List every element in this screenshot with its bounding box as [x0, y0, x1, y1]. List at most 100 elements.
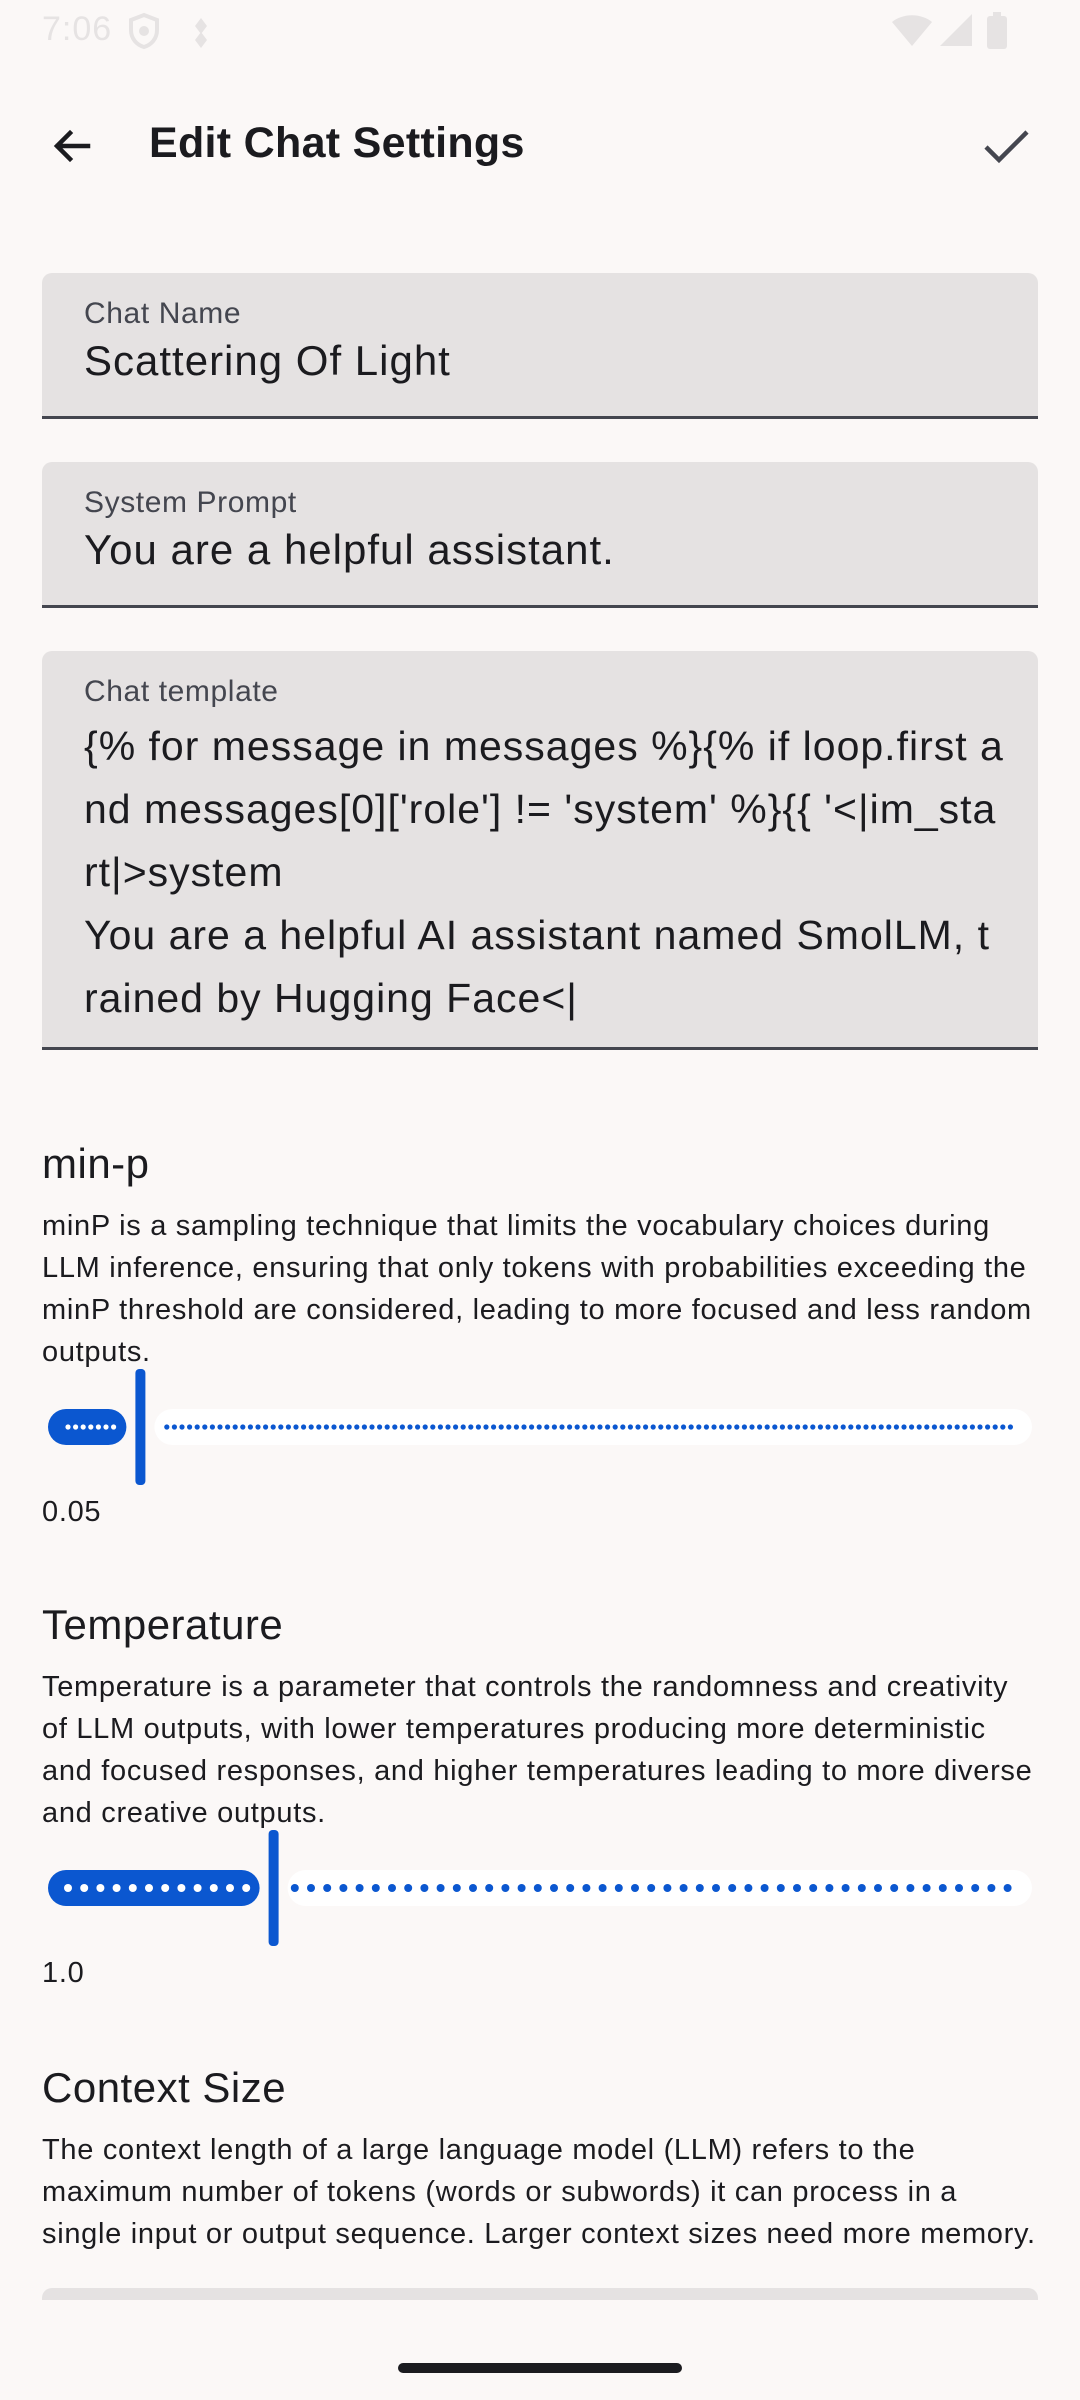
slider-tick [226, 1884, 234, 1892]
slider-tick [922, 1884, 931, 1892]
slider-tick [696, 1424, 702, 1430]
slider-tick [346, 1424, 352, 1430]
slider-tick [407, 1424, 413, 1430]
home-indicator[interactable] [398, 2363, 682, 2373]
slider-tick [422, 1424, 428, 1430]
shield-icon [126, 12, 162, 55]
slider-tick [498, 1424, 504, 1430]
chat-name-field[interactable]: Chat Name Scattering Of Light [42, 273, 1038, 419]
slider-tick [308, 1424, 314, 1430]
slider-tick [886, 1424, 892, 1430]
slider-tick [663, 1884, 672, 1892]
slider-tick [164, 1424, 170, 1430]
slider-tick [962, 1424, 968, 1430]
slider-tick [384, 1424, 390, 1430]
slider-tick [825, 1424, 831, 1430]
slider-tick [1003, 1884, 1012, 1892]
slider-tick [404, 1884, 413, 1892]
arrow-back-icon [48, 122, 96, 175]
slider-tick [643, 1424, 649, 1430]
slider-tick [712, 1884, 720, 1892]
slider-tick [483, 1424, 489, 1430]
slider-tick [491, 1424, 497, 1430]
slider-tick [647, 1884, 656, 1892]
slider-tick [242, 1884, 251, 1892]
slider-tick [681, 1424, 687, 1430]
slider-tick [179, 1424, 185, 1430]
temperature-title: Temperature [42, 1601, 284, 1648]
slider-inactive-track [287, 1870, 1033, 1906]
slider-tick [741, 1424, 748, 1430]
status-time: 7:06 [42, 10, 113, 48]
slider-tick [841, 1884, 850, 1892]
slider-tick [361, 1424, 367, 1430]
slider-tick [430, 1424, 436, 1430]
slider-tick [371, 1884, 380, 1892]
slider-tick [392, 1424, 398, 1430]
slider-tick [795, 1424, 801, 1430]
slider-tick [665, 1424, 672, 1430]
system-prompt-field[interactable]: System Prompt You are a helpful assistan… [42, 462, 1038, 608]
slider-tick [377, 1424, 383, 1430]
slider-tick [598, 1884, 607, 1892]
slider-tick [529, 1424, 535, 1430]
slider-tick [627, 1424, 634, 1430]
slider-tick [878, 1424, 884, 1430]
slider-tick [1000, 1424, 1006, 1430]
context-size-section: Context Size The context length of a lar… [42, 2063, 1038, 2255]
slider-tick [582, 1884, 591, 1892]
slider-tick [388, 1884, 396, 1892]
slider-tick [955, 1884, 963, 1892]
slider-tick [88, 1424, 94, 1430]
slider-tick [749, 1424, 755, 1430]
slider-tick [65, 1424, 71, 1430]
slider-tick [890, 1884, 899, 1892]
slider-tick [513, 1424, 519, 1430]
slider-tick [614, 1884, 623, 1892]
slider-tick [225, 1424, 231, 1430]
slider-tick [521, 1424, 527, 1430]
slider-tick [339, 1424, 345, 1430]
slider-tick [597, 1424, 603, 1430]
min-p-slider[interactable] [42, 1367, 1038, 1487]
min-p-description: minP is a sampling technique that limits… [42, 1210, 1032, 1368]
slider-tick [460, 1424, 466, 1430]
save-button[interactable] [970, 112, 1042, 184]
slider-tick [772, 1424, 778, 1430]
chat-template-field[interactable]: Chat template {% for message in messages… [42, 651, 1038, 1050]
temperature-value: 1.0 [42, 1957, 85, 1989]
slider-tick [485, 1884, 494, 1892]
slider-tick [420, 1884, 429, 1892]
system-prompt-label: System Prompt [84, 486, 297, 519]
slider-tick [468, 1424, 474, 1430]
slider-tick [871, 1424, 877, 1430]
slider-tick [111, 1424, 117, 1430]
slider-tick [290, 1884, 299, 1892]
slider-tick [232, 1424, 238, 1430]
slider-tick [536, 1424, 542, 1430]
slider-tick [339, 1884, 348, 1892]
battery-icon [986, 12, 1008, 55]
temperature-slider[interactable] [42, 1828, 1038, 1948]
slider-tick [544, 1424, 550, 1430]
slider-tick [744, 1884, 753, 1892]
chat-template-label: Chat template [84, 675, 279, 708]
slider-tick [307, 1884, 315, 1892]
context-size-field[interactable] [42, 2288, 1038, 2300]
slider-tick [194, 1424, 200, 1430]
slider-tick [893, 1424, 900, 1430]
slider-tick [906, 1884, 915, 1892]
back-button[interactable] [36, 112, 108, 184]
slider-tick [589, 1424, 596, 1430]
slider-tick [355, 1884, 364, 1892]
edit-chat-settings-screen: 7:06 Edit Chat Settings Chat Name Scatte… [0, 0, 1080, 2400]
slider-tick [855, 1424, 862, 1430]
slider-tick [517, 1884, 526, 1892]
slider-tick [635, 1424, 641, 1430]
slider-tick [161, 1884, 170, 1892]
slider-tick [469, 1884, 477, 1892]
check-icon [980, 120, 1032, 177]
slider-tick [658, 1424, 664, 1430]
slider-tick [931, 1424, 938, 1430]
slider-tick [263, 1424, 269, 1430]
